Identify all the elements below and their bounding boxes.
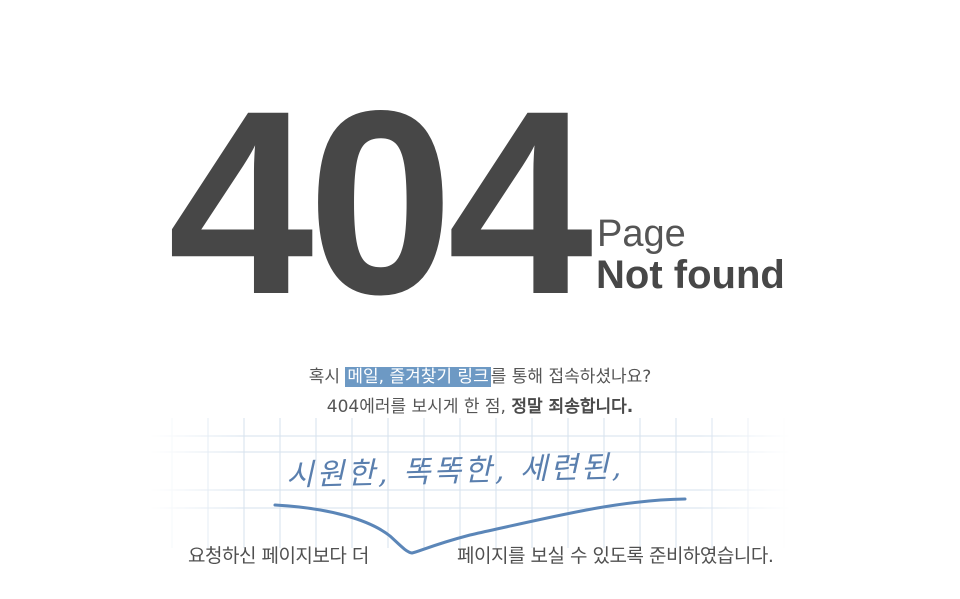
- not-found-label: Not found: [596, 253, 785, 297]
- message-line-2: 404에러를 보시게 한 점, 정말 죄송합니다.: [0, 392, 960, 417]
- message-line-1-prefix: 혹시: [308, 367, 346, 387]
- bottom-text-right: 페이지를 보실 수 있도록 준비하였습니다.: [457, 545, 774, 567]
- error-code: 404: [168, 56, 593, 349]
- message-highlight: 메일, 즐겨찾기 링크: [345, 367, 491, 387]
- bottom-text-left: 요청하신 페이지보다 더: [188, 545, 369, 567]
- message-line-2-prefix: 404에러를 보시게 한 점,: [326, 397, 512, 417]
- message-line-1-suffix: 를 통해 접속하셨나요?: [490, 367, 652, 387]
- page-label: Page: [597, 213, 686, 255]
- message-apology: 정말 죄송합니다.: [511, 397, 634, 417]
- message-line-1: 혹시 메일, 즐겨찾기 링크 를 통해 접속하셨나요?: [0, 362, 960, 387]
